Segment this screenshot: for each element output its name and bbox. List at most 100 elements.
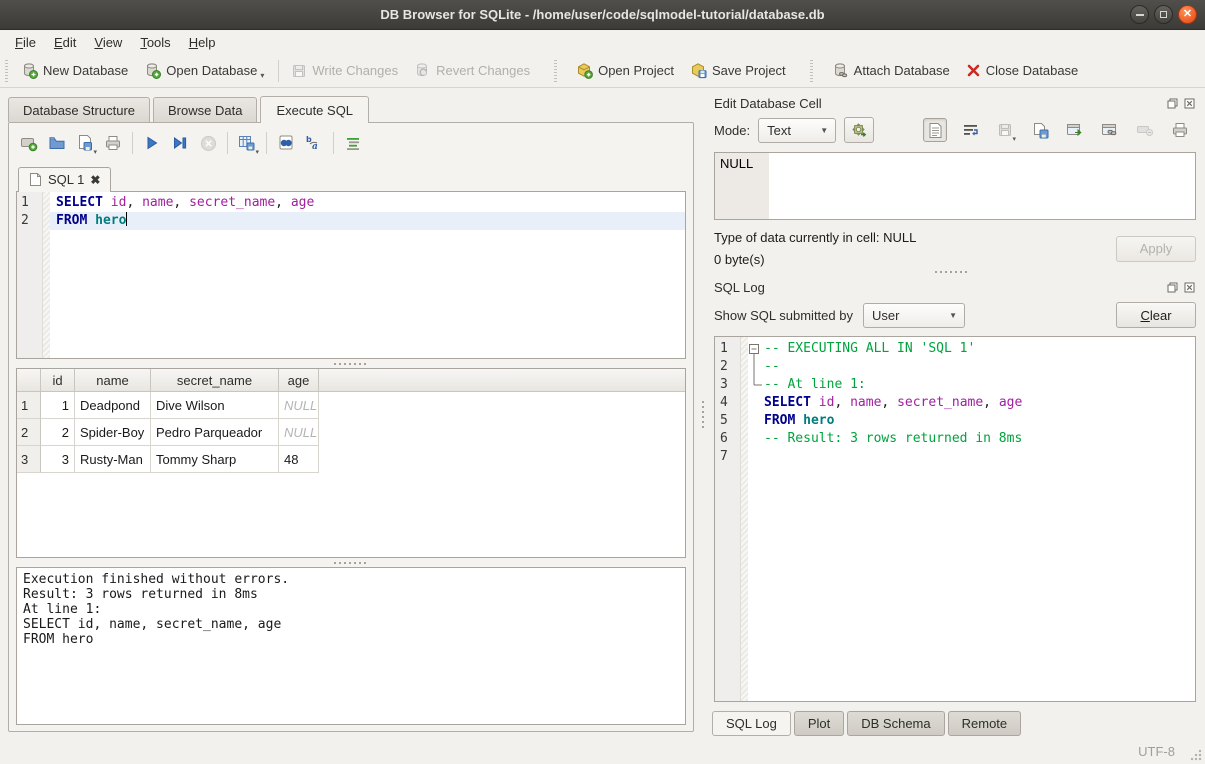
sql-editor[interactable]: 1 2 SELECT id, name, secret_name, age FR… [16,191,686,359]
table-cell[interactable]: Tommy Sharp [151,446,279,473]
text-document-icon[interactable] [923,118,947,142]
export-file-icon[interactable] [1063,118,1087,142]
save-results-dropdown-icon[interactable]: ▾ [255,148,259,156]
column-header-age[interactable]: age [279,369,319,391]
titlebar[interactable]: DB Browser for SQLite - /home/user/code/… [0,0,1205,30]
dock-tab-sql-log[interactable]: SQL Log [712,711,791,736]
menu-file[interactable]: File [6,32,45,53]
table-cell[interactable]: 48 [279,446,319,473]
dock-float-icon[interactable] [1166,97,1178,109]
maximize-icon[interactable] [1154,5,1173,24]
revert-changes-button[interactable]: Revert Changes [406,58,538,83]
clear-log-button[interactable]: Clear [1116,302,1196,328]
horizontal-splitter[interactable] [708,267,1196,276]
open-project-button[interactable]: Open Project [568,58,682,83]
cell-type-info: Type of data currently in cell: NULL [714,230,916,245]
sql-tab-close-icon[interactable]: ✖ [90,173,100,187]
dock-float-icon[interactable] [1166,281,1178,293]
row-header[interactable]: 1 [17,392,41,419]
auto-apply-button[interactable] [844,117,874,143]
menu-view[interactable]: View [85,32,131,53]
row-header[interactable]: 3 [17,446,41,473]
resize-grip[interactable] [1190,749,1202,761]
save-dropdown-icon[interactable]: ▾ [1012,135,1016,143]
print-sql-button[interactable] [100,131,126,155]
save-project-button[interactable]: Save Project [682,58,794,83]
row-header-corner[interactable] [17,369,41,391]
menu-help[interactable]: Help [180,32,225,53]
set-null-icon[interactable] [1133,118,1157,142]
stop-button[interactable] [195,131,221,155]
tab-execute-sql[interactable]: Execute SQL [260,96,369,123]
results-table[interactable]: id name secret_name age 11DeadpondDive W… [16,368,686,558]
table-cell[interactable]: 1 [41,392,75,419]
execute-current-line-button[interactable] [167,131,193,155]
table-cell[interactable]: Spider-Boy [75,419,151,446]
save-icon[interactable]: ▾ [993,118,1017,142]
column-header-name[interactable]: name [75,369,151,391]
import-file-icon[interactable] [1028,118,1052,142]
table-cell[interactable]: Deadpond [75,392,151,419]
toolbar-drag-handle[interactable] [808,60,815,82]
save-results-button[interactable]: ▾ [234,131,260,155]
log-line: FROM hero [748,412,1195,430]
open-external-icon[interactable] [1098,118,1122,142]
close-database-button[interactable]: Close Database [958,59,1087,82]
tab-database-structure[interactable]: Database Structure [8,97,150,122]
mode-select[interactable]: Text ▼ [758,118,836,143]
table-row[interactable]: 11DeadpondDive WilsonNULL [17,392,685,419]
dock-tab-remote[interactable]: Remote [948,711,1022,736]
statusbar: UTF-8 [0,738,1205,764]
minimize-icon[interactable] [1130,5,1149,24]
replace-button[interactable]: ba [301,131,327,155]
find-button[interactable] [273,131,299,155]
table-row[interactable]: 22Spider-BoyPedro ParqueadorNULL [17,419,685,446]
dock-close-icon[interactable] [1183,281,1195,293]
row-header[interactable]: 2 [17,419,41,446]
sql-file-tab[interactable]: SQL 1 ✖ [18,167,111,192]
execution-status-box[interactable]: Execution finished without errors. Resul… [16,567,686,725]
column-header-id[interactable]: id [41,369,75,391]
table-cell[interactable]: Dive Wilson [151,392,279,419]
close-icon[interactable]: ✕ [1178,5,1197,24]
open-sql-file-button[interactable] [44,131,70,155]
print-icon[interactable] [1168,118,1192,142]
horizontal-splitter[interactable] [16,359,686,368]
table-cell[interactable]: NULL [279,419,319,446]
table-cell[interactable]: 3 [41,446,75,473]
dock-close-icon[interactable] [1183,97,1195,109]
tab-browse-data[interactable]: Browse Data [153,97,257,122]
table-cell[interactable]: Rusty-Man [75,446,151,473]
menu-tools[interactable]: Tools [131,32,179,53]
horizontal-splitter[interactable] [16,558,686,567]
encoding-indicator[interactable]: UTF-8 [1138,744,1175,759]
menu-edit[interactable]: Edit [45,32,85,53]
column-header-secret-name[interactable]: secret_name [151,369,279,391]
word-wrap-icon[interactable] [958,118,982,142]
dock-tab-plot[interactable]: Plot [794,711,844,736]
table-cell[interactable]: 2 [41,419,75,446]
new-sql-tab-button[interactable] [16,131,42,155]
toolbar-drag-handle[interactable] [3,60,10,82]
save-sql-dropdown-icon[interactable]: ▾ [93,148,97,156]
apply-button[interactable]: Apply [1116,236,1196,262]
chevron-down-icon: ▼ [813,126,835,135]
log-filter-select[interactable]: User ▼ [863,303,965,328]
fold-marker-icon[interactable] [748,340,764,358]
new-database-button[interactable]: New Database [13,58,136,83]
table-row[interactable]: 33Rusty-ManTommy Sharp48 [17,446,685,473]
table-cell[interactable]: Pedro Parqueador [151,419,279,446]
execute-all-button[interactable] [139,131,165,155]
dock-tab-db-schema[interactable]: DB Schema [847,711,944,736]
sql-log-view[interactable]: 1234567 -- EXECUTING ALL IN 'SQL 1'---- … [714,336,1196,702]
table-cell[interactable]: NULL [279,392,319,419]
open-database-dropdown-icon[interactable]: ▾ [260,71,264,80]
attach-database-button[interactable]: Attach Database [824,58,958,83]
write-changes-button[interactable]: Write Changes [283,59,406,83]
open-database-button[interactable]: Open Database ▾ [136,58,274,83]
editor-code-area[interactable]: SELECT id, name, secret_name, age FROM h… [50,192,685,358]
save-sql-file-button[interactable]: ▾ [72,131,98,155]
format-sql-button[interactable] [340,131,366,155]
toolbar-drag-handle[interactable] [552,60,559,82]
cell-value-editor[interactable]: NULL [714,152,1196,220]
